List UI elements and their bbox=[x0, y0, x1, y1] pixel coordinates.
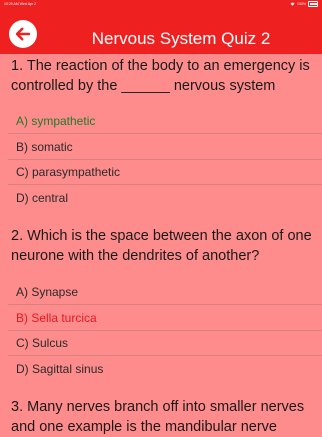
arrow-left-icon bbox=[15, 27, 31, 41]
back-button[interactable] bbox=[9, 20, 37, 48]
wifi-icon bbox=[290, 2, 295, 6]
question-1-option-b[interactable]: B) somatic bbox=[16, 139, 73, 155]
status-time: 10:29 AM bbox=[4, 2, 19, 6]
question-2-text: 2. Which is the space between the axon o… bbox=[11, 228, 312, 264]
divider bbox=[8, 304, 322, 305]
question-1-option-d[interactable]: D) central bbox=[16, 190, 68, 206]
question-3-text: 3. Many nerves branch off into smaller n… bbox=[11, 399, 305, 435]
divider bbox=[8, 159, 322, 160]
status-date: Wed Apr 2 bbox=[19, 2, 37, 6]
divider bbox=[8, 330, 322, 331]
status-indicators: 100% bbox=[290, 0, 318, 8]
battery-icon bbox=[308, 1, 318, 7]
question-2-option-c[interactable]: C) Sulcus bbox=[16, 335, 68, 351]
question-2-option-d[interactable]: D) Sagittal sinus bbox=[16, 361, 103, 377]
question-2-option-b[interactable]: B) Sella turcica bbox=[16, 310, 97, 326]
question-1-text: 1. The reaction of the body to an emerge… bbox=[11, 58, 310, 94]
divider bbox=[8, 184, 322, 185]
status-bar: 10:29 AM Wed Apr 2 100% bbox=[0, 0, 322, 8]
divider bbox=[8, 355, 322, 356]
page-title: Nervous System Quiz 2 bbox=[91, 29, 271, 48]
question-1-option-a[interactable]: A) sympathetic bbox=[16, 113, 95, 129]
navigation-bar: Nervous System Quiz 2 bbox=[0, 8, 322, 54]
question-2-option-a[interactable]: A) Synapse bbox=[16, 284, 78, 300]
question-1-option-c[interactable]: C) parasympathetic bbox=[16, 164, 120, 180]
divider bbox=[8, 133, 322, 134]
status-time-date: 10:29 AM Wed Apr 2 bbox=[4, 0, 36, 8]
battery-percentage: 100% bbox=[297, 2, 306, 6]
